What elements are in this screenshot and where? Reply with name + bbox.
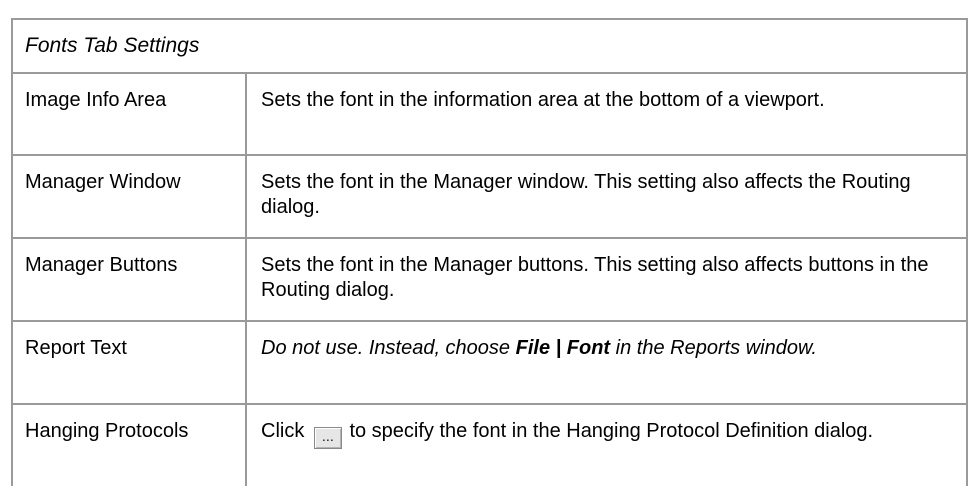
row-label: Manager Buttons: [13, 239, 247, 320]
table-row: Manager Buttons Sets the font in the Man…: [13, 239, 966, 322]
fonts-tab-settings-table: Fonts Tab Settings Image Info Area Sets …: [11, 18, 968, 486]
menu-path-text: File | Font: [515, 337, 611, 359]
table-title: Fonts Tab Settings: [13, 20, 966, 74]
table-row: Report Text Do not use. Instead, choose …: [13, 322, 966, 405]
row-label: Image Info Area: [13, 74, 247, 154]
row-label: Manager Window: [13, 156, 247, 237]
table-row: Manager Window Sets the font in the Mana…: [13, 156, 966, 239]
row-description: Sets the font in the Manager buttons. Th…: [261, 254, 929, 301]
description-text: Do not use. Instead, choose: [261, 337, 516, 359]
row-description: Click … to specify the font in the Hangi…: [247, 405, 966, 486]
row-label: Hanging Protocols: [13, 405, 247, 486]
ellipsis-browse-icon: …: [313, 427, 342, 449]
description-text: in the Reports window.: [610, 337, 817, 359]
table-row: Image Info Area Sets the font in the inf…: [13, 74, 966, 156]
row-description: Sets the font in the information area at…: [261, 89, 825, 111]
row-label: Report Text: [13, 322, 247, 403]
description-text: to specify the font in the Hanging Proto…: [343, 420, 874, 442]
row-description: Sets the font in the Manager window. Thi…: [261, 171, 911, 218]
table-row: Hanging Protocols Click … to specify the…: [13, 405, 966, 486]
row-description: Do not use. Instead, choose File | Font …: [247, 322, 966, 403]
description-text: Click: [261, 420, 310, 442]
